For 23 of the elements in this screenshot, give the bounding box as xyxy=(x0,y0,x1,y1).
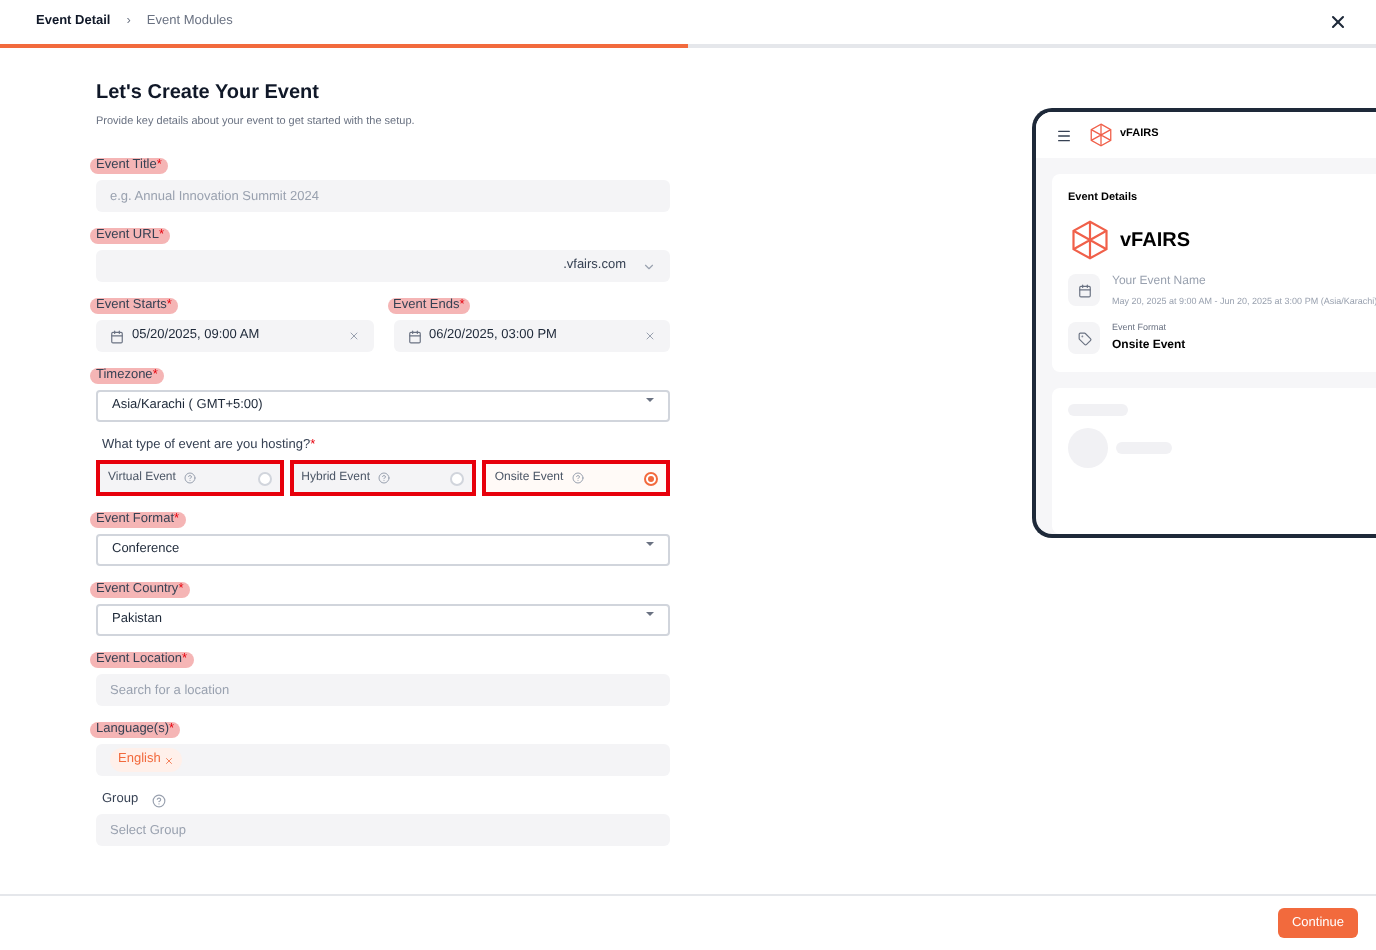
radio-button[interactable] xyxy=(450,471,465,486)
close-icon[interactable] xyxy=(1328,12,1348,32)
help-icon xyxy=(571,472,584,485)
caret-icon xyxy=(646,542,654,547)
brand-name: vFAIRS xyxy=(1120,227,1191,256)
radio-button[interactable] xyxy=(643,471,658,486)
radio-button[interactable] xyxy=(257,471,272,486)
chevron-icon xyxy=(642,259,656,274)
tag-icon xyxy=(1068,322,1100,354)
calendar-icon xyxy=(110,329,124,344)
menu-icon[interactable] xyxy=(1056,127,1072,143)
logo-icon xyxy=(1088,122,1114,148)
calendar-icon xyxy=(407,329,421,344)
clear-icon[interactable] xyxy=(347,330,359,343)
help-icon xyxy=(183,472,196,485)
clear-icon[interactable] xyxy=(644,330,656,343)
page-title: Let's Create Your Event xyxy=(96,80,321,108)
caret-icon xyxy=(646,398,654,403)
help-icon xyxy=(378,472,391,485)
calendar-icon xyxy=(1068,274,1100,307)
caret-icon xyxy=(646,612,654,617)
logo-icon xyxy=(1068,218,1112,263)
help-icon[interactable] xyxy=(152,793,167,808)
